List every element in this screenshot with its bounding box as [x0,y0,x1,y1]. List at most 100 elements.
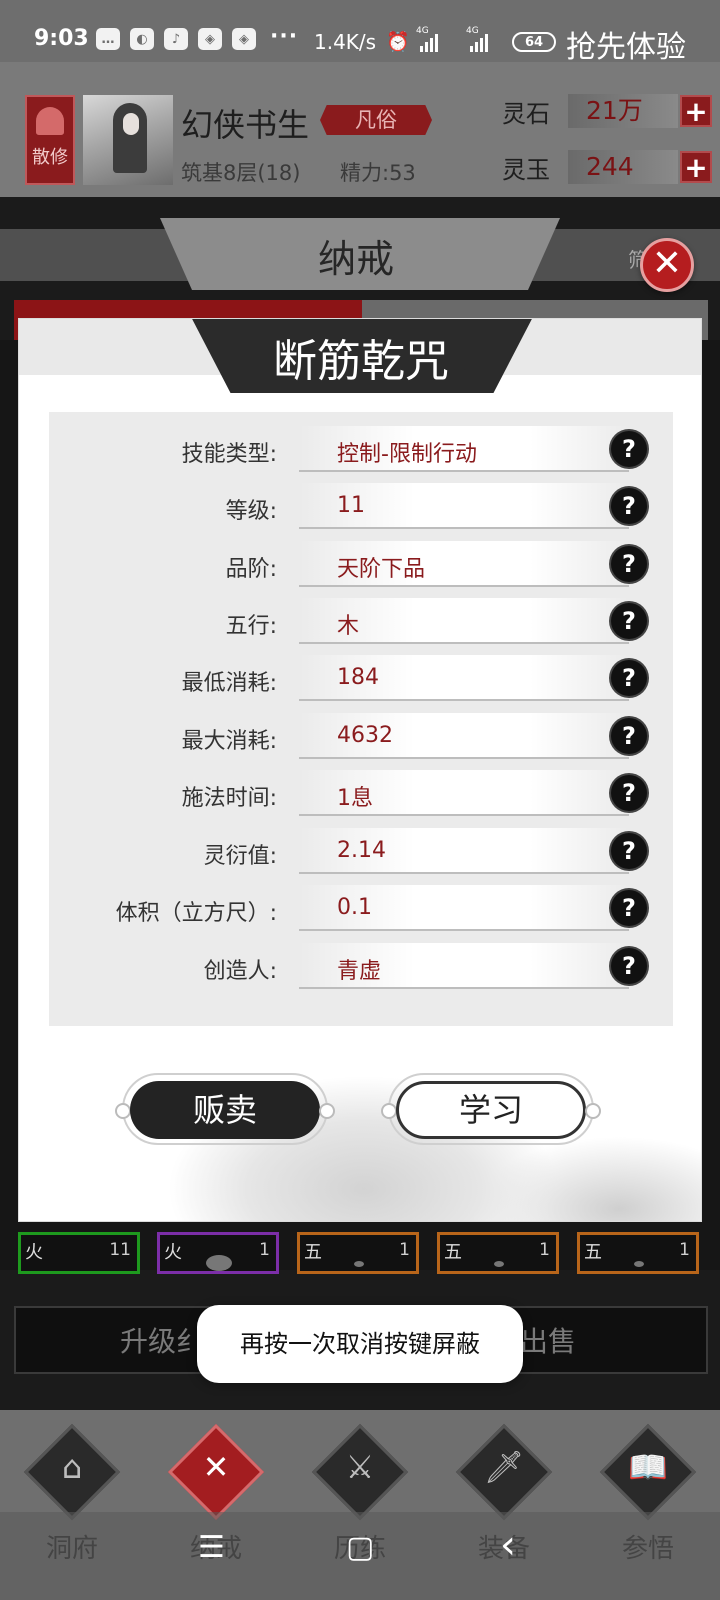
help-icon[interactable]: ? [611,431,647,467]
add-spirit-stone-button[interactable]: + [680,95,712,127]
message-icon: … [96,28,120,50]
item-count: 1 [399,1240,410,1260]
attribute-value: 0.1 [337,895,372,920]
attribute-panel: 技能类型: 控制-限制行动 ? 等级: 11 ? 品阶: 天阶下品 ? 五行: … [49,412,673,1026]
storage-ring-icon: ✕ [202,1448,230,1486]
attribute-row: 灵衍值: 2.14 ? [49,824,673,881]
signal-icon: 4G [416,26,438,52]
help-icon[interactable]: ? [611,718,647,754]
attribute-label: 品阶: [225,557,277,582]
attribute-value: 控制-限制行动 [337,442,477,467]
attribute-row: 施法时间: 1息 ? [49,766,673,823]
sell-button-frame: 贩卖 [115,1073,335,1145]
attribute-label: 灵衍值: [203,844,277,869]
alarm-icon: ⏰ [386,31,410,53]
tiktok-icon: ♪ [164,28,188,50]
attribute-label: 五行: [225,614,277,639]
wechat-icon: ◐ [130,28,154,50]
player-header: 散修 幻侠书生 凡俗 筑基8层(18) 精力:53 灵石 21万 + 灵玉 24… [0,62,720,197]
element-label: 火 [25,1242,43,1263]
attribute-label: 最大消耗: [181,729,277,754]
help-icon[interactable]: ? [611,488,647,524]
inventory-item[interactable]: 五 1 [437,1232,559,1274]
item-count: 1 [259,1240,270,1260]
help-icon[interactable]: ? [611,833,647,869]
avatar[interactable] [83,95,173,185]
item-count: 1 [539,1240,550,1260]
element-label: 火 [164,1242,182,1263]
dialog-title: 断筋乾咒 [273,336,449,387]
element-label: 五 [304,1242,322,1263]
promo-text[interactable]: 抢先体验 [566,22,686,66]
cultivation-level: 筑基8层(18) [181,161,301,185]
app-icon: ◈ [232,28,256,50]
toast-message: 再按一次取消按键屏蔽 [197,1305,523,1383]
item-count: 1 [679,1240,690,1260]
attribute-value: 4632 [337,723,393,748]
attribute-value: 2.14 [337,838,386,863]
dagger-icon: 🗡 [483,1448,525,1486]
help-icon[interactable]: ? [611,660,647,696]
attribute-value: 天阶下品 [337,557,426,582]
help-icon[interactable]: ? [611,775,647,811]
help-icon[interactable]: ? [611,603,647,639]
inventory-item[interactable]: 火 11 [18,1232,140,1274]
attribute-row: 品阶: 天阶下品 ? [49,537,673,594]
battery-icon: 64 [512,32,556,52]
sect-badge[interactable]: 散修 [25,95,75,185]
inventory-item[interactable]: 火 1 [157,1232,279,1274]
status-bar: 9:03 … ◐ ♪ ◈ ◈ ··· 1.4K/s ⏰ 4G 4G 64 抢先体… [0,0,720,65]
item-count: 11 [109,1240,131,1260]
notification-icons: … ◐ ♪ ◈ ◈ [96,28,256,50]
attribute-label: 技能类型: [181,442,277,467]
help-icon[interactable]: ? [611,546,647,582]
spirit-jade-label: 灵玉 [502,156,550,184]
sect-label: 散修 [32,147,68,168]
close-icon[interactable]: ✕ [640,238,694,292]
attribute-row: 技能类型: 控制-限制行动 ? [49,422,673,479]
menu-icon[interactable]: ☰ [198,1530,225,1565]
attribute-value: 1息 [337,786,373,811]
inventory-item[interactable]: 五 1 [577,1232,699,1274]
attribute-label: 等级: [225,499,277,524]
upgrade-button[interactable]: 升级纟 [120,1320,204,1360]
element-label: 五 [444,1242,462,1263]
lotus-icon [36,107,64,135]
add-spirit-jade-button[interactable]: + [680,151,712,183]
learn-button[interactable]: 学习 [396,1081,586,1139]
attribute-value: 184 [337,665,379,690]
attribute-label: 施法时间: [181,786,277,811]
cave-dwelling-icon: ⌂ [61,1448,83,1486]
more-notifications-icon: ··· [270,24,299,49]
back-icon[interactable]: ‹ [500,1522,516,1568]
attribute-value: 11 [337,493,365,518]
attribute-row: 最大消耗: 4632 ? [49,709,673,766]
spirit-stone-value: 21万 [568,94,678,128]
skill-detail-dialog: 断筋乾咒 技能类型: 控制-限制行动 ? 等级: 11 ? 品阶: 天阶下品 ?… [18,318,702,1222]
player-name: 幻侠书生 [181,106,310,144]
sell-button[interactable]: 贩卖 [130,1081,320,1139]
system-navigation-bar: ☰ ▢ ‹ [0,1512,720,1600]
clock: 9:03 [34,26,89,51]
help-icon[interactable]: ? [611,948,647,984]
signal-icon: 4G [466,26,488,52]
energy: 精力:53 [340,161,416,185]
attribute-value: 青虚 [337,959,382,984]
app-icon: ◈ [198,28,222,50]
home-icon[interactable]: ▢ [346,1530,374,1565]
rank-badge: 凡俗 [320,105,432,135]
learn-button-frame: 学习 [381,1073,601,1145]
spirit-jade-value: 244 [568,150,678,184]
element-label: 五 [584,1242,602,1263]
attribute-row: 最低消耗: 184 ? [49,651,673,708]
network-speed: 1.4K/s [314,30,377,54]
inventory-item[interactable]: 五 1 [297,1232,419,1274]
attribute-row: 等级: 11 ? [49,479,673,536]
attribute-row: 体积（立方尺）: 0.1 ? [49,881,673,938]
attribute-row: 创造人: 青虚 ? [49,939,673,996]
page-title: 纳戒 [318,237,395,281]
help-icon[interactable]: ? [611,890,647,926]
attribute-label: 最低消耗: [181,671,277,696]
attribute-value: 木 [337,614,360,639]
crossed-swords-icon: ⚔ [345,1448,375,1486]
